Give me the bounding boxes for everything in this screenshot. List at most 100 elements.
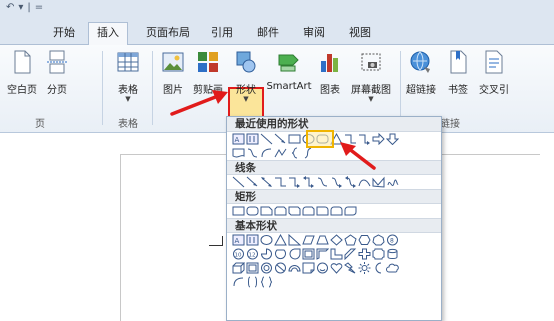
folded-corner-icon[interactable]: [302, 262, 315, 274]
chevron-down-icon: ▼: [125, 95, 131, 103]
vertical-text-box-icon[interactable]: [246, 133, 259, 145]
half-frame-icon[interactable]: [316, 248, 329, 260]
cross-reference-button[interactable]: 交叉引: [474, 49, 514, 113]
heart-icon[interactable]: [330, 262, 343, 274]
hexagon-icon[interactable]: [358, 234, 371, 246]
donut-icon[interactable]: [260, 262, 273, 274]
round-same-side-rectangle-icon[interactable]: [330, 205, 343, 217]
tab-insert[interactable]: 插入: [88, 22, 128, 46]
table-button[interactable]: 表格 ▼: [108, 49, 148, 113]
snip-single-corner-rectangle-icon[interactable]: [260, 205, 273, 217]
octagon-icon[interactable]: 8: [386, 234, 399, 246]
cube-icon[interactable]: [232, 262, 245, 274]
sun-icon[interactable]: [358, 262, 371, 274]
parallelogram-icon[interactable]: [302, 234, 315, 246]
snip-diagonal-rectangle-icon[interactable]: [288, 205, 301, 217]
undo-icon[interactable]: ↶: [6, 2, 14, 13]
smartart-button[interactable]: SmartArt: [264, 49, 314, 113]
text-box-icon[interactable]: A: [232, 133, 245, 145]
basic-shapes-row-2: 10 12: [227, 247, 441, 261]
snip-same-side-rectangle-icon[interactable]: [274, 205, 287, 217]
curved-connector-icon[interactable]: [316, 176, 329, 188]
double-bracket-icon[interactable]: [246, 276, 259, 288]
l-shape-icon[interactable]: [330, 248, 343, 260]
svg-text:10: 10: [235, 253, 242, 259]
elbow-double-arrow-icon[interactable]: [302, 176, 315, 188]
tab-review[interactable]: 审阅: [296, 23, 332, 45]
tab-page-layout[interactable]: 页面布局: [140, 23, 196, 45]
curved-connector-icon[interactable]: [246, 147, 259, 159]
hyperlink-button[interactable]: 超链接: [402, 49, 440, 113]
double-arrow-line-icon[interactable]: [260, 176, 273, 188]
lightning-bolt-icon[interactable]: [344, 262, 357, 274]
shapes-button[interactable]: 形状 ▼: [229, 49, 263, 113]
flowchart-document-icon[interactable]: [232, 147, 245, 159]
tab-home[interactable]: 开始: [44, 23, 84, 45]
down-arrow-shape-icon[interactable]: [386, 133, 399, 145]
rectangle-icon[interactable]: [288, 133, 301, 145]
bookmark-button[interactable]: 书签: [442, 49, 474, 113]
round-diagonal-rectangle-icon[interactable]: [344, 205, 357, 217]
freeform-icon[interactable]: [274, 147, 287, 159]
teardrop-icon[interactable]: [288, 248, 301, 260]
customize-icon[interactable]: =: [35, 2, 43, 13]
decagon-icon[interactable]: 10: [232, 248, 245, 260]
elbow-arrow-icon[interactable]: [288, 176, 301, 188]
pie-icon[interactable]: [260, 248, 273, 260]
curved-double-arrow-icon[interactable]: [344, 176, 357, 188]
moon-icon[interactable]: [372, 262, 385, 274]
dodecagon-icon[interactable]: 12: [246, 248, 259, 260]
trapezoid-icon[interactable]: [316, 234, 329, 246]
right-triangle-icon[interactable]: [288, 234, 301, 246]
arc-icon[interactable]: [260, 147, 273, 159]
can-icon[interactable]: [386, 248, 399, 260]
oval-icon[interactable]: [260, 234, 273, 246]
vertical-text-box-icon[interactable]: [246, 234, 259, 246]
arc-icon[interactable]: [232, 276, 245, 288]
tab-references[interactable]: 引用: [204, 23, 240, 45]
arrow-line-icon[interactable]: [274, 133, 287, 145]
chord-icon[interactable]: [274, 248, 287, 260]
freeform-icon[interactable]: [372, 176, 385, 188]
red-arrow-to-shapes-icon: [170, 90, 228, 116]
arrow-line-icon[interactable]: [246, 176, 259, 188]
curve-icon[interactable]: [302, 147, 315, 159]
dropdown-icon[interactable]: ▾: [18, 2, 23, 13]
text-box-icon[interactable]: A: [232, 234, 245, 246]
tab-view[interactable]: 视图: [342, 23, 378, 45]
blank-page-button[interactable]: 空白页: [2, 49, 42, 113]
page-break-button[interactable]: 分页: [40, 49, 74, 113]
smiley-face-icon[interactable]: [316, 262, 329, 274]
red-arrow-to-oval-icon: [340, 142, 376, 170]
curve-icon[interactable]: [358, 176, 371, 188]
screenshot-button[interactable]: 屏幕截图 ▼: [346, 49, 396, 113]
snip-round-rectangle-icon[interactable]: [302, 205, 315, 217]
plaque-icon[interactable]: [372, 248, 385, 260]
screenshot-icon: [361, 53, 381, 71]
diamond-icon[interactable]: [330, 234, 343, 246]
cloud-icon[interactable]: [386, 262, 399, 274]
frame-icon[interactable]: [302, 248, 315, 260]
pentagon-icon[interactable]: [344, 234, 357, 246]
scribble-icon[interactable]: [386, 176, 399, 188]
elbow-connector-icon[interactable]: [274, 176, 287, 188]
bevel-icon[interactable]: [246, 262, 259, 274]
recent-shapes-row-2: [227, 146, 441, 160]
chart-button[interactable]: 图表: [314, 49, 346, 113]
page-margin-marker: [209, 236, 223, 246]
line-icon[interactable]: [260, 133, 273, 145]
rectangle-icon[interactable]: [232, 205, 245, 217]
rounded-rectangle-icon[interactable]: [246, 205, 259, 217]
triangle-icon[interactable]: [274, 234, 287, 246]
heptagon-icon[interactable]: [372, 234, 385, 246]
left-brace-icon[interactable]: [288, 147, 301, 159]
block-arc-icon[interactable]: [288, 262, 301, 274]
round-single-corner-rectangle-icon[interactable]: [316, 205, 329, 217]
no-symbol-icon[interactable]: [274, 262, 287, 274]
double-brace-icon[interactable]: [260, 276, 273, 288]
line-icon[interactable]: [232, 176, 245, 188]
cross-icon[interactable]: [358, 248, 371, 260]
diagonal-stripe-icon[interactable]: [344, 248, 357, 260]
curved-arrow-icon[interactable]: [330, 176, 343, 188]
tab-mailings[interactable]: 邮件: [250, 23, 286, 45]
